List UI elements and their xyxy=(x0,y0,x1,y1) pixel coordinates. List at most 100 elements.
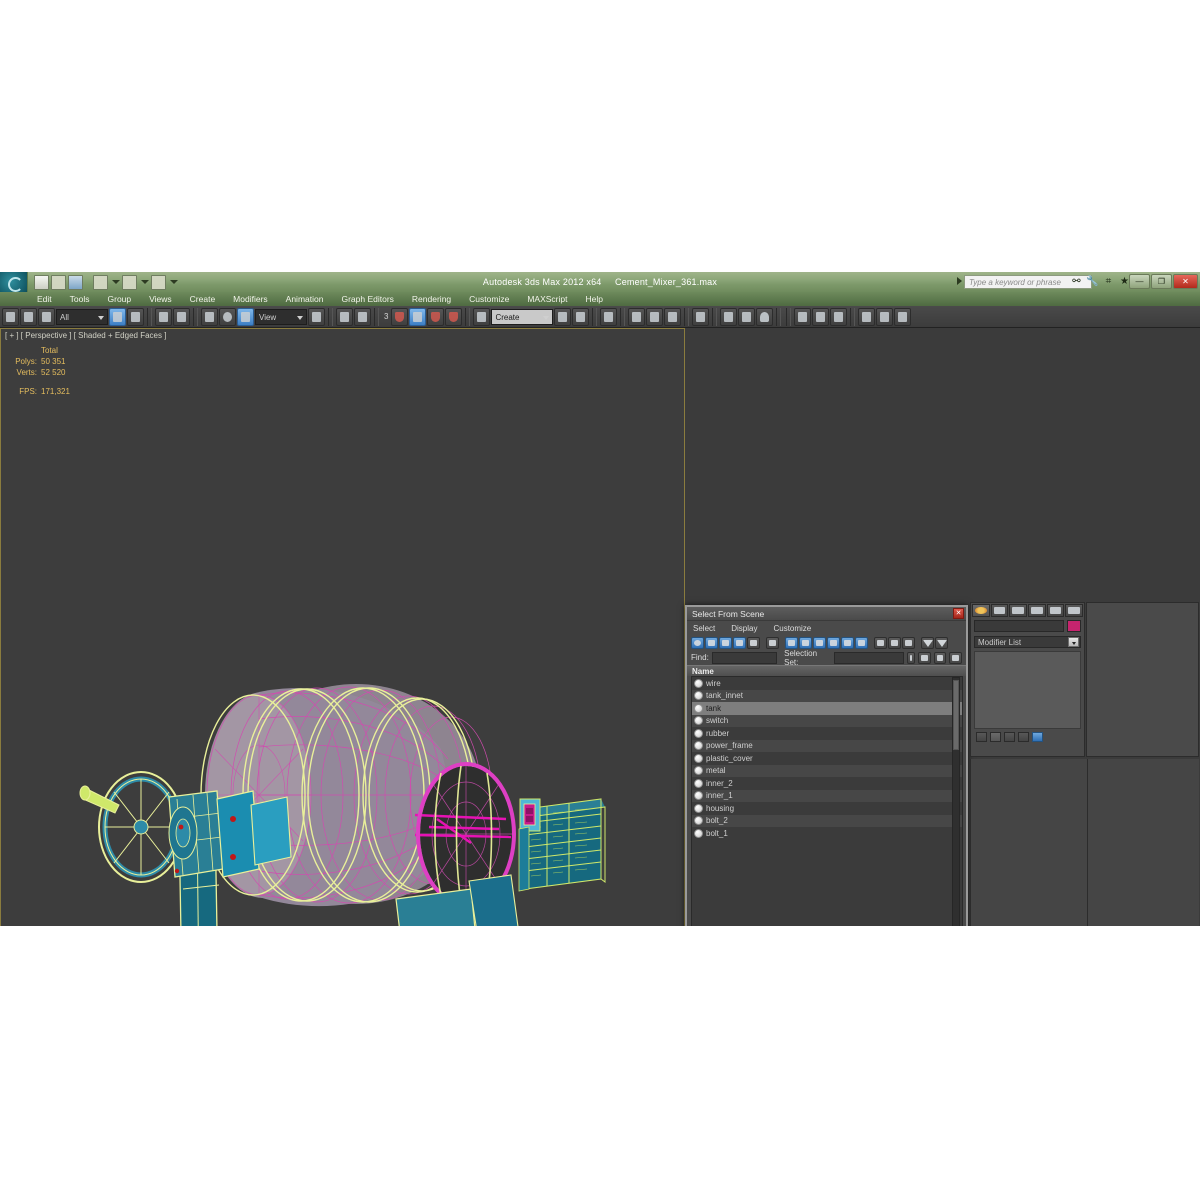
remove-selection-set-icon[interactable] xyxy=(933,651,947,664)
edit-selection-set-icon[interactable] xyxy=(949,651,962,664)
selection-filter-dropdown[interactable]: All xyxy=(56,308,108,325)
binoculars-icon[interactable]: ⚯ xyxy=(1070,275,1083,289)
display-geometry-icon[interactable] xyxy=(691,636,704,649)
rendered-frame-window-icon[interactable] xyxy=(738,307,756,326)
project-folder-icon[interactable] xyxy=(151,274,166,290)
mirror-icon[interactable] xyxy=(554,307,572,326)
list-item[interactable]: housing xyxy=(692,802,962,815)
dialog-menu-display[interactable]: Display xyxy=(731,624,767,633)
redo-icon[interactable] xyxy=(122,274,137,290)
search-expand-icon[interactable] xyxy=(957,277,962,285)
set-key-mid-icon[interactable] xyxy=(876,307,894,326)
select-and-link-icon[interactable] xyxy=(2,307,19,326)
list-column-header[interactable]: Name xyxy=(687,665,966,676)
menu-item-tools[interactable]: Tools xyxy=(61,292,99,306)
command-panel[interactable]: Modifier List xyxy=(970,602,1085,757)
align-icon[interactable] xyxy=(572,307,590,326)
configure-modifier-sets-icon[interactable] xyxy=(1032,732,1043,742)
select-and-move-icon[interactable] xyxy=(201,307,218,326)
collapse-objects-icon[interactable] xyxy=(888,636,901,649)
light-bulb-icon[interactable] xyxy=(694,828,703,838)
select-dependents-icon[interactable] xyxy=(841,636,854,649)
display-lights-icon[interactable] xyxy=(719,636,732,649)
bind-to-space-warp-icon[interactable] xyxy=(38,307,55,326)
app-logo-icon[interactable] xyxy=(0,272,28,292)
cement-mixer-3d-model[interactable]: Z X Y xyxy=(1,329,685,926)
expand-selected-icon[interactable] xyxy=(902,636,915,649)
render-setup-icon[interactable] xyxy=(720,307,738,326)
percent-snap-toggle-icon[interactable] xyxy=(427,307,445,326)
modifier-stack[interactable] xyxy=(974,651,1081,729)
minimize-button[interactable]: — xyxy=(1129,274,1150,289)
spinner-snap-toggle-icon[interactable] xyxy=(445,307,463,326)
select-by-name-icon[interactable] xyxy=(127,307,144,326)
set-key-left-icon[interactable] xyxy=(858,307,876,326)
ruler-icon[interactable]: ⌗ xyxy=(1102,275,1115,289)
material-editor-icon[interactable] xyxy=(692,307,710,326)
dialog-title-bar[interactable]: Select From Scene ✕ xyxy=(687,607,966,621)
light-bulb-icon[interactable] xyxy=(694,703,703,713)
select-object-icon[interactable] xyxy=(109,307,126,326)
object-name-input[interactable] xyxy=(974,620,1064,632)
display-cameras-icon[interactable] xyxy=(733,636,746,649)
menu-item-modifiers[interactable]: Modifiers xyxy=(224,292,276,306)
angle-snap-toggle-icon[interactable] xyxy=(409,307,427,326)
list-item[interactable]: tank_innet xyxy=(692,689,962,702)
filter-icon[interactable] xyxy=(921,636,934,649)
wrench-icon[interactable]: 🔧 xyxy=(1086,275,1099,289)
select-and-manipulate-icon[interactable] xyxy=(336,307,353,326)
menu-item-views[interactable]: Views xyxy=(140,292,181,306)
select-influences-icon[interactable] xyxy=(855,636,868,649)
select-from-scene-dialog[interactable]: Select From Scene ✕ Select Display Custo… xyxy=(685,605,968,926)
tab-modify-icon[interactable] xyxy=(990,604,1009,617)
menu-item-help[interactable]: Help xyxy=(576,292,611,306)
qat-customize-icon[interactable] xyxy=(170,280,178,284)
light-bulb-icon[interactable] xyxy=(694,716,703,726)
open-file-icon[interactable] xyxy=(51,274,66,290)
toggle-scene-explorer-icon[interactable] xyxy=(628,307,646,326)
list-item[interactable]: switch xyxy=(692,714,962,727)
window-crossing-icon[interactable] xyxy=(173,307,190,326)
tab-utilities-icon[interactable] xyxy=(1065,604,1084,617)
display-shapes-icon[interactable] xyxy=(705,636,718,649)
light-bulb-icon[interactable] xyxy=(694,778,703,788)
edit-named-selection-sets-icon[interactable] xyxy=(473,307,491,326)
menu-item-customize[interactable]: Customize xyxy=(460,292,518,306)
remove-modifier-icon[interactable] xyxy=(1018,732,1029,742)
expand-objects-icon[interactable] xyxy=(874,636,887,649)
tab-create-icon[interactable] xyxy=(972,604,990,617)
menu-item-maxscript[interactable]: MAXScript xyxy=(518,292,576,306)
filter-clear-icon[interactable] xyxy=(935,636,948,649)
schematic-view-icon[interactable] xyxy=(664,307,682,326)
list-item[interactable]: power_frame xyxy=(692,739,962,752)
expand-all-icon[interactable] xyxy=(813,636,826,649)
scene-object-list[interactable]: wire tank_innet tank switch rubber power… xyxy=(691,676,963,926)
use-pivot-center-icon[interactable] xyxy=(308,307,325,326)
project-folder-toolbar-icon[interactable] xyxy=(794,307,812,326)
menu-item-rendering[interactable]: Rendering xyxy=(403,292,460,306)
pin-stack-icon[interactable] xyxy=(976,732,987,742)
chevron-down-icon[interactable] xyxy=(1068,637,1079,647)
keyboard-shortcut-override-icon[interactable] xyxy=(354,307,371,326)
list-item[interactable]: plastic_cover xyxy=(692,752,962,765)
undo-icon[interactable] xyxy=(93,274,108,290)
list-item[interactable]: bolt_2 xyxy=(692,814,962,827)
set-key-right-icon[interactable] xyxy=(894,307,912,326)
list-item[interactable]: inner_1 xyxy=(692,789,962,802)
list-item-selected[interactable]: tank xyxy=(692,702,962,715)
menu-item-animation[interactable]: Animation xyxy=(277,292,333,306)
add-selection-set-icon[interactable] xyxy=(918,651,931,664)
tab-display-icon[interactable] xyxy=(1046,604,1065,617)
show-end-result-icon[interactable] xyxy=(990,732,1001,742)
redo-dropdown-icon[interactable] xyxy=(141,280,149,284)
modifier-list-dropdown[interactable]: Modifier List xyxy=(974,636,1081,648)
light-bulb-icon[interactable] xyxy=(694,753,703,763)
curve-editor-icon[interactable] xyxy=(646,307,664,326)
list-item[interactable]: wire xyxy=(692,677,962,690)
rectangular-selection-region-icon[interactable] xyxy=(155,307,172,326)
list-scrollbar[interactable] xyxy=(952,677,960,926)
container-tool-icon[interactable] xyxy=(830,307,848,326)
selection-set-dropdown[interactable] xyxy=(834,651,904,664)
menu-item-create[interactable]: Create xyxy=(181,292,225,306)
dialog-menu-customize[interactable]: Customize xyxy=(773,624,821,633)
